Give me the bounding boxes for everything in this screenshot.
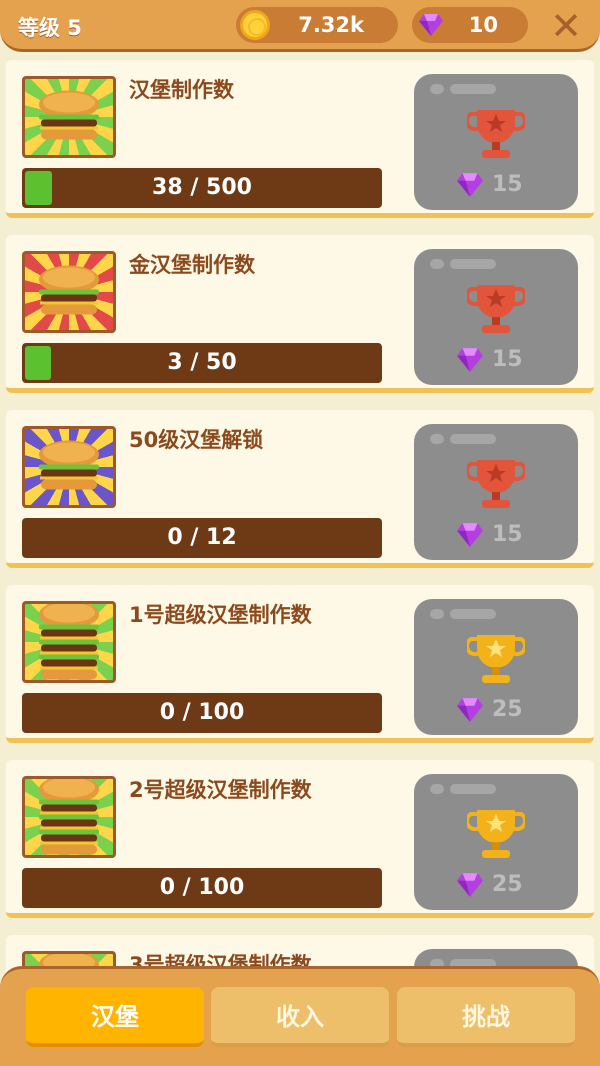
gem-value: 10 [468, 13, 498, 37]
achievement-title: 金汉堡制作数 [129, 253, 255, 277]
close-button[interactable]: ✕ [546, 6, 586, 46]
achievement-card: 1号超级汉堡制作数 0 / 100 25 [6, 585, 594, 743]
progress-text: 38 / 500 [152, 175, 252, 200]
coin-value: 7.32k [298, 13, 364, 37]
tab-income[interactable]: 收入 [211, 987, 389, 1047]
bottom-tab-bar: 汉堡 收入 挑战 [0, 966, 600, 1066]
progress-bar: 38 / 500 [22, 168, 382, 208]
top-bar: 等级 5 7.32k 10 ✕ [0, 0, 600, 52]
reward-amount: 25 [492, 872, 523, 897]
claim-reward-button[interactable]: 15 [414, 74, 578, 210]
reward-decoration [430, 609, 496, 619]
coin-icon [240, 10, 270, 40]
achievement-card: 汉堡制作数 38 / 500 15 [6, 60, 594, 218]
gold-trophy-icon [464, 629, 528, 689]
claim-reward-button[interactable]: 15 [414, 424, 578, 560]
level-label: 等级 5 [18, 16, 82, 40]
reward-amount: 15 [492, 347, 523, 372]
progress-bar: 0 / 100 [22, 693, 382, 733]
red-trophy-icon [464, 454, 528, 514]
achievement-card: 金汉堡制作数 3 / 50 15 [6, 235, 594, 393]
reward-decoration [430, 434, 496, 444]
coin-counter: 7.32k [236, 7, 398, 43]
progress-text: 0 / 100 [159, 875, 245, 900]
red-trophy-icon [464, 279, 528, 339]
close-icon: ✕ [550, 4, 582, 48]
achievement-card: 2号超级汉堡制作数 0 / 100 25 [6, 760, 594, 918]
claim-reward-button[interactable]: 25 [414, 774, 578, 910]
gem-icon [456, 522, 484, 552]
gem-counter: 10 [412, 7, 528, 43]
burger-icon [33, 262, 105, 323]
progress-text: 0 / 100 [159, 700, 245, 725]
reward-amount: 15 [492, 522, 523, 547]
tab-challenge[interactable]: 挑战 [397, 987, 575, 1047]
claim-reward-button[interactable]: 15 [414, 249, 578, 385]
burger-thumbnail [22, 776, 116, 858]
burger-thumbnail [22, 601, 116, 683]
gem-icon [418, 13, 444, 37]
burger-thumbnail [22, 426, 116, 508]
gem-icon [456, 872, 484, 902]
burger-icon [33, 437, 105, 498]
burger-thumbnail [22, 76, 116, 158]
burger-icon [33, 604, 105, 680]
achievement-card: 50级汉堡解锁 0 / 12 15 [6, 410, 594, 568]
claim-reward-button[interactable]: 25 [414, 599, 578, 735]
progress-text: 3 / 50 [167, 350, 237, 375]
gold-trophy-icon [464, 804, 528, 864]
tab-burger[interactable]: 汉堡 [26, 987, 204, 1047]
gem-icon [456, 172, 484, 202]
gem-icon [456, 697, 484, 727]
achievement-title: 1号超级汉堡制作数 [129, 603, 312, 627]
reward-decoration [430, 84, 496, 94]
progress-bar: 0 / 100 [22, 868, 382, 908]
progress-bar: 0 / 12 [22, 518, 382, 558]
achievement-title: 50级汉堡解锁 [129, 428, 264, 452]
achievement-title: 2号超级汉堡制作数 [129, 778, 312, 802]
red-trophy-icon [464, 104, 528, 164]
reward-decoration [430, 259, 496, 269]
burger-icon [33, 779, 105, 855]
achievement-title: 汉堡制作数 [129, 78, 234, 102]
reward-amount: 15 [492, 172, 523, 197]
progress-bar: 3 / 50 [22, 343, 382, 383]
reward-decoration [430, 784, 496, 794]
burger-thumbnail [22, 251, 116, 333]
progress-text: 0 / 12 [167, 525, 237, 550]
burger-icon [33, 87, 105, 148]
gem-icon [456, 347, 484, 377]
reward-amount: 25 [492, 697, 523, 722]
